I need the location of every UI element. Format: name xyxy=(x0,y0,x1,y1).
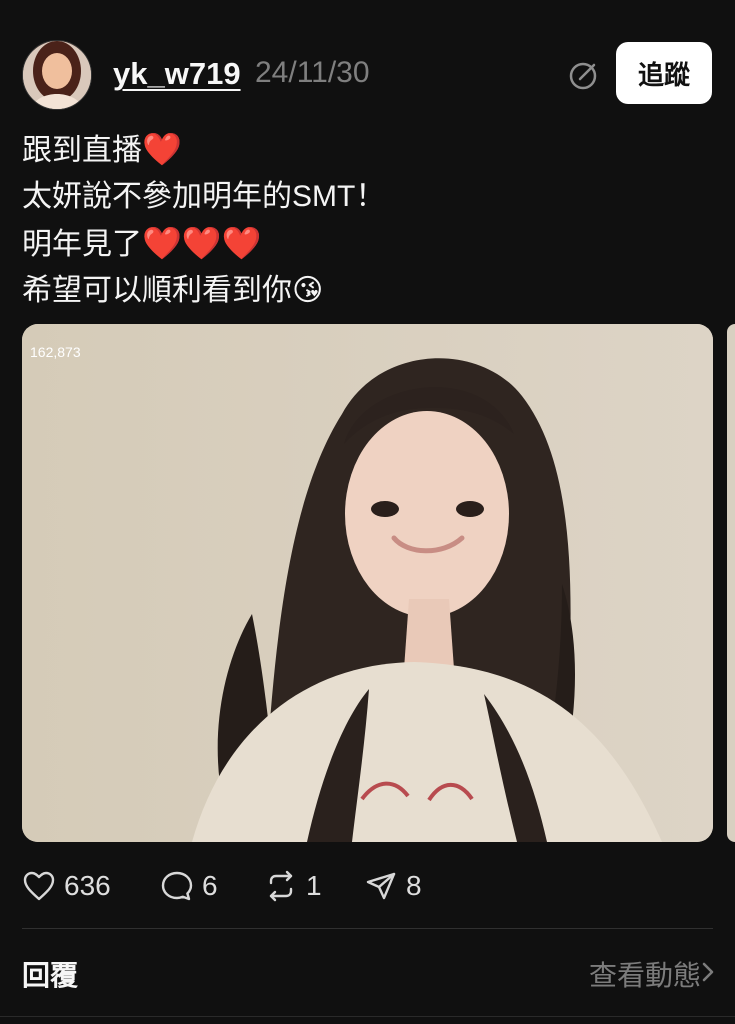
view-count: 162,873 xyxy=(30,344,81,360)
share-count: 8 xyxy=(406,870,422,901)
repost-icon xyxy=(269,870,293,902)
username[interactable]: yk_w719 xyxy=(113,56,241,92)
post-actions: 636 6 1 8 xyxy=(22,866,713,906)
post-timestamp: 24/11/30 xyxy=(255,56,370,89)
post-body: 跟到直播❤️ 太妍說不參加明年的SMT！ 明年見了❤️❤️❤️ 希望可以順利看到… xyxy=(22,126,713,314)
avatar-image xyxy=(23,41,91,109)
heart-emojis: ❤️❤️❤️ xyxy=(142,225,262,261)
post-line-3: 明年見了❤️❤️❤️ xyxy=(22,225,262,261)
follow-button[interactable]: 追蹤 xyxy=(616,42,712,104)
like-count: 636 xyxy=(64,870,111,901)
comment-icon xyxy=(161,871,193,901)
send-icon xyxy=(366,872,396,900)
video-still-image xyxy=(22,324,713,842)
repost-count: 1 xyxy=(306,870,322,901)
post-line-2: 太妍說不參加明年的SMT！ xyxy=(22,180,386,213)
post-header: yk_w719 24/11/30 追蹤 xyxy=(22,38,713,110)
like-button[interactable]: 636 xyxy=(22,866,111,906)
post-line-1: 跟到直播❤️ xyxy=(22,131,182,167)
edit-icon[interactable] xyxy=(569,59,601,91)
avatar[interactable] xyxy=(22,40,92,110)
comment-button[interactable]: 6 xyxy=(160,866,218,906)
post-video[interactable]: 162,873 xyxy=(22,324,713,842)
comment-count: 6 xyxy=(202,870,218,901)
next-media-preview[interactable] xyxy=(727,324,735,842)
repost-button[interactable]: 1 xyxy=(264,866,322,906)
kiss-emoji: 😘 xyxy=(292,274,324,307)
bottom-divider xyxy=(0,1016,735,1017)
reply-label[interactable]: 回覆 xyxy=(22,954,78,994)
heart-icon xyxy=(23,871,55,901)
view-activity-link[interactable]: 查看動態 xyxy=(589,954,701,994)
post-line-4: 希望可以順利看到你😘 xyxy=(22,274,324,307)
divider xyxy=(22,928,713,929)
heart-emoji: ❤️ xyxy=(142,131,182,167)
share-button[interactable]: 8 xyxy=(364,866,422,906)
chevron-right-icon[interactable] xyxy=(697,957,721,987)
